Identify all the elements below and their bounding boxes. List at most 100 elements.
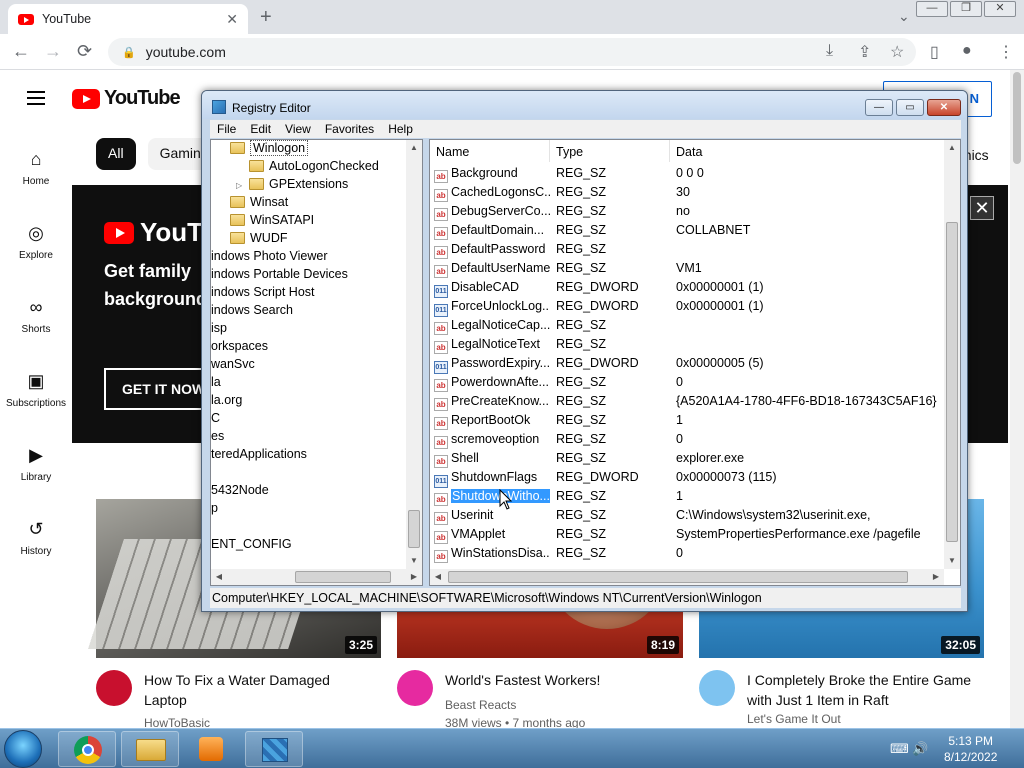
tree-node[interactable]: 5432Node bbox=[211, 483, 269, 497]
value-row[interactable]: 011 PasswordExpiry... REG_DWORD 0x00000005 … bbox=[430, 354, 944, 374]
value-name-cell[interactable]: ab CachedLogonsC... bbox=[434, 185, 550, 202]
column-header-type[interactable]: Type bbox=[550, 140, 670, 162]
value-name-cell[interactable]: 011 ShutdownFlags bbox=[434, 470, 550, 488]
value-row[interactable]: ab DebugServerCo... REG_SZ no bbox=[430, 202, 944, 221]
channel-avatar[interactable] bbox=[96, 670, 132, 706]
close-button[interactable]: ✕ bbox=[984, 1, 1016, 17]
video-title[interactable]: World's Fastest Workers! bbox=[445, 670, 675, 690]
tree-node[interactable]: Winlogon bbox=[217, 140, 309, 156]
scroll-up-icon[interactable]: ▲ bbox=[944, 140, 960, 156]
value-name-cell[interactable]: ab scremoveoption bbox=[434, 432, 550, 449]
install-icon[interactable]: ⤓ bbox=[826, 42, 833, 60]
sidebar-item-shorts[interactable]: ∞ Shorts bbox=[0, 296, 72, 335]
banner-close-icon[interactable]: ✕ bbox=[970, 196, 994, 220]
menu-file[interactable]: File bbox=[210, 120, 243, 138]
tree-node-label[interactable]: 5432Node bbox=[211, 483, 269, 497]
value-row[interactable]: ab CachedLogonsC... REG_SZ 30 bbox=[430, 183, 944, 202]
value-row[interactable]: ab DefaultDomain... REG_SZ COLLABNET bbox=[430, 221, 944, 240]
value-row[interactable]: ab ReportBootOk REG_SZ 1 bbox=[430, 411, 944, 430]
regedit-titlebar[interactable]: Registry Editor — ▭ ✕ bbox=[202, 91, 967, 119]
value-row[interactable]: ab PowerdownAfte... REG_SZ 0 bbox=[430, 373, 944, 392]
scroll-right-icon[interactable]: ▶ bbox=[928, 569, 944, 585]
value-name-cell[interactable]: ab Userinit bbox=[434, 508, 550, 525]
tree-node-label[interactable]: Winlogon bbox=[250, 140, 309, 156]
value-name-cell[interactable]: ab PreCreateKnow... bbox=[434, 394, 550, 411]
value-row[interactable]: ab VMApplet REG_SZ SystemPropertiesPerforma… bbox=[430, 525, 944, 544]
values-hscroll-thumb[interactable] bbox=[448, 571, 908, 583]
value-name-cell[interactable]: ab Shell bbox=[434, 451, 550, 468]
tree-node[interactable]: p bbox=[211, 501, 218, 515]
scroll-down-icon[interactable]: ▼ bbox=[944, 553, 960, 569]
tree-node[interactable]: ▷ GPExtensions bbox=[236, 177, 348, 191]
tree-node[interactable]: Winsat bbox=[217, 195, 288, 209]
tree-node-label[interactable]: WinSATAPI bbox=[250, 213, 314, 227]
tree-node[interactable]: teredApplications bbox=[211, 447, 307, 461]
value-name-cell[interactable]: 011 DisableCAD bbox=[434, 280, 550, 298]
side-panel-icon[interactable]: ▯ bbox=[930, 42, 939, 62]
taskbar-chrome-button[interactable] bbox=[58, 731, 116, 767]
tree-node-label[interactable]: teredApplications bbox=[211, 447, 307, 461]
sidebar-item-library[interactable]: ▶ Library bbox=[0, 444, 72, 483]
url-text[interactable]: youtube.com bbox=[146, 44, 226, 60]
channel-avatar[interactable] bbox=[699, 670, 735, 706]
tree-node[interactable]: indows Portable Devices bbox=[211, 267, 348, 281]
value-row[interactable]: 011 ShutdownFlags REG_DWORD 0x00000073 (115… bbox=[430, 468, 944, 488]
scroll-down-icon[interactable]: ▼ bbox=[406, 553, 422, 569]
page-scrollbar-thumb[interactable] bbox=[1013, 72, 1021, 164]
start-button[interactable] bbox=[4, 730, 42, 768]
minimize-button[interactable]: — bbox=[916, 1, 948, 17]
scroll-up-icon[interactable]: ▲ bbox=[406, 140, 422, 156]
tree-node-label[interactable]: C bbox=[211, 411, 220, 425]
channel-name[interactable]: Beast Reacts bbox=[445, 696, 675, 714]
value-name-cell[interactable]: abShutdownWitho... bbox=[434, 489, 550, 506]
tree-node[interactable]: isp bbox=[211, 321, 227, 335]
chip-all[interactable]: All bbox=[96, 138, 136, 170]
taskbar-explorer-button[interactable] bbox=[121, 731, 179, 767]
column-header-name[interactable]: Name bbox=[430, 140, 550, 162]
tree-node-label[interactable]: orkspaces bbox=[211, 339, 268, 353]
tree-node-label[interactable]: Winsat bbox=[250, 195, 288, 209]
tab-search-icon[interactable]: ⌄ bbox=[898, 8, 910, 25]
profile-icon[interactable]: ● bbox=[962, 42, 972, 60]
scroll-left-icon[interactable]: ◀ bbox=[430, 569, 446, 585]
tree-node[interactable]: WinSATAPI bbox=[217, 213, 314, 227]
value-row[interactable]: ab LegalNoticeText REG_SZ bbox=[430, 335, 944, 354]
value-name-cell[interactable]: ab DefaultDomain... bbox=[434, 223, 550, 240]
regedit-maximize-button[interactable]: ▭ bbox=[896, 99, 924, 116]
scroll-right-icon[interactable]: ▶ bbox=[406, 569, 422, 585]
tree-node-label[interactable]: indows Search bbox=[211, 303, 293, 317]
menu-view[interactable]: View bbox=[278, 120, 318, 138]
reload-icon[interactable]: ⟳ bbox=[77, 41, 92, 62]
system-tray-icons[interactable]: ⌨ 🔊 bbox=[890, 741, 929, 757]
menu-help[interactable]: Help bbox=[381, 120, 420, 138]
values-vscroll-thumb[interactable] bbox=[946, 222, 958, 542]
value-name-cell[interactable]: ab ReportBootOk bbox=[434, 413, 550, 430]
menu-edit[interactable]: Edit bbox=[243, 120, 278, 138]
tree-node[interactable]: wanSvc bbox=[211, 357, 255, 371]
browser-tab[interactable]: YouTube ✕ bbox=[8, 4, 248, 34]
taskbar-media-player-button[interactable] bbox=[183, 731, 241, 767]
value-row[interactable]: 011 ForceUnlockLog... REG_DWORD 0x00000001 … bbox=[430, 297, 944, 317]
address-bar[interactable]: 🔒 youtube.com bbox=[108, 38, 916, 66]
value-row[interactable]: ab WinStationsDisa... REG_SZ 0 bbox=[430, 544, 944, 563]
value-name-cell[interactable]: ab DebugServerCo... bbox=[434, 204, 550, 221]
menu-kebab-icon[interactable]: ⋮ bbox=[998, 42, 1014, 62]
tree-node-label[interactable]: indows Portable Devices bbox=[211, 267, 348, 281]
value-row[interactable]: ab DefaultUserName REG_SZ VM1 bbox=[430, 259, 944, 278]
column-header-data[interactable]: Data bbox=[670, 140, 944, 162]
hamburger-menu-icon[interactable] bbox=[27, 91, 45, 109]
page-scrollbar[interactable] bbox=[1010, 70, 1024, 728]
tree-node-label[interactable]: indows Photo Viewer bbox=[211, 249, 328, 263]
tree-node[interactable]: indows Search bbox=[211, 303, 293, 317]
forward-icon[interactable]: → bbox=[44, 41, 62, 62]
value-name-cell[interactable]: ab LegalNoticeCap... bbox=[434, 318, 550, 335]
sidebar-item-home[interactable]: ⌂ Home bbox=[0, 148, 72, 187]
sidebar-item-explore[interactable]: ◎ Explore bbox=[0, 222, 72, 261]
sidebar-item-history[interactable]: ↺ History bbox=[0, 518, 72, 557]
tree-node[interactable]: es bbox=[211, 429, 224, 443]
value-name-cell[interactable]: ab VMApplet bbox=[434, 527, 550, 544]
tree-node-label[interactable]: isp bbox=[211, 321, 227, 335]
value-name-cell[interactable]: ab WinStationsDisa... bbox=[434, 546, 550, 563]
youtube-logo[interactable]: YouTube bbox=[72, 87, 181, 110]
regedit-minimize-button[interactable]: — bbox=[865, 99, 893, 116]
